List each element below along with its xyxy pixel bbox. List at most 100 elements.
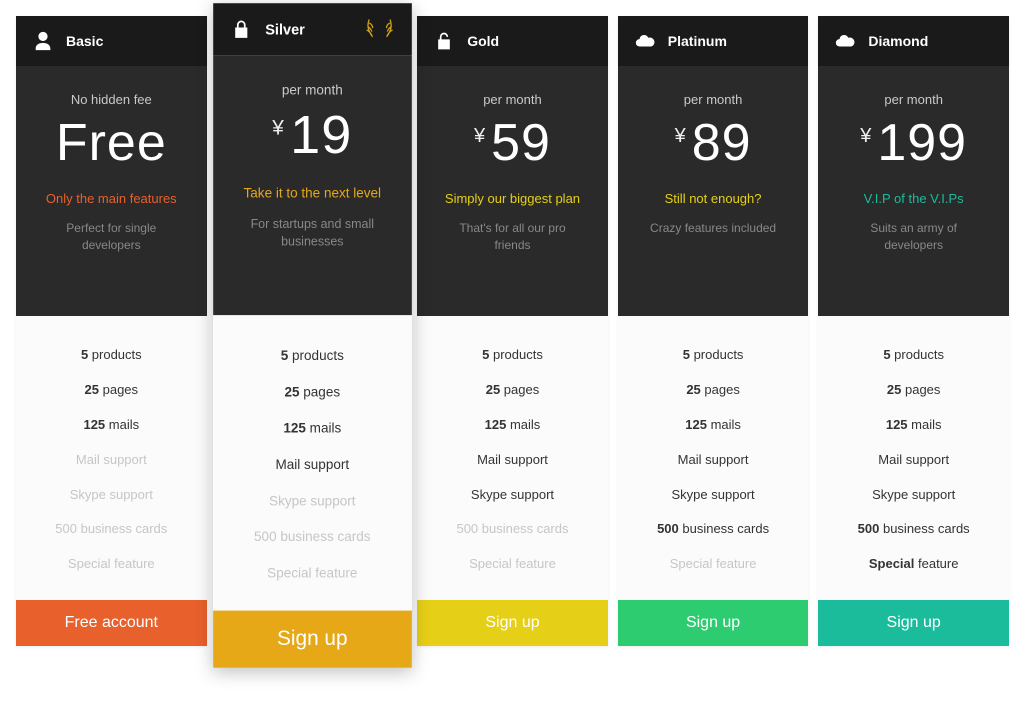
price-label: per month — [884, 92, 943, 107]
currency-symbol: ¥ — [860, 125, 871, 148]
lock-open-icon — [433, 30, 455, 52]
feature-item: 500 business cards — [626, 512, 801, 547]
plan-diamond: Diamond per month ¥199 V.I.P of the V.I.Ps S… — [818, 16, 1009, 646]
feature-item: Skype support — [24, 478, 199, 513]
plan-hero: per month¥19Take it to the next levelFor… — [213, 55, 411, 315]
price: ¥19 — [272, 108, 352, 162]
feature-item: Special feature — [24, 547, 199, 582]
plan-features: 5 products25 pages125 mailsMail supportS… — [818, 316, 1009, 600]
signup-button[interactable]: Sign up — [213, 611, 411, 668]
feature-item: 500 business cards — [221, 520, 403, 556]
cloud-icon — [634, 30, 656, 52]
plan-tagline: Only the main features — [46, 191, 177, 206]
feature-item: 25 pages — [626, 373, 801, 408]
signup-button[interactable]: Free account — [16, 600, 207, 646]
plan-tagline: Simply our biggest plan — [445, 191, 580, 206]
price-label: No hidden fee — [71, 92, 152, 107]
plan-tagline: V.I.P of the V.I.Ps — [864, 191, 964, 206]
plan-header: Diamond — [818, 16, 1009, 66]
feature-value: Special — [869, 556, 915, 571]
cloud-icon — [834, 30, 856, 52]
feature-text: 500 business cards — [55, 521, 167, 536]
plan-subtext: Crazy features included — [650, 220, 776, 237]
feature-value: 500 — [657, 521, 679, 536]
feature-item: Special feature — [826, 547, 1001, 582]
plan-header: Gold — [417, 16, 608, 66]
price: Free — [56, 117, 167, 169]
feature-item: Special feature — [425, 547, 600, 582]
feature-text: 500 business cards — [254, 529, 370, 545]
signup-button[interactable]: Sign up — [818, 600, 1009, 646]
feature-value: 125 — [485, 417, 507, 432]
feature-text: business cards — [879, 521, 969, 536]
feature-value: 125 — [83, 417, 105, 432]
feature-text: Special feature — [670, 556, 757, 571]
price: ¥59 — [474, 117, 551, 169]
feature-item: Mail support — [626, 443, 801, 478]
feature-text: Mail support — [275, 456, 349, 472]
feature-item: Special feature — [626, 547, 801, 582]
plan-header: Basic — [16, 16, 207, 66]
plan-title: Gold — [467, 33, 499, 49]
pricing-table: Basic No hidden fee Free Only the main feat… — [16, 16, 1009, 655]
feature-item: 125 mails — [221, 411, 403, 447]
plan-subtext: Suits an army of developers — [844, 220, 984, 254]
feature-item: 125 mails — [425, 408, 600, 443]
feature-text: products — [288, 347, 344, 363]
feature-text: Skype support — [672, 487, 755, 502]
feature-text: pages — [500, 382, 539, 397]
feature-item: Mail support — [425, 443, 600, 478]
price-amount: 89 — [692, 117, 752, 169]
feature-value: 5 — [683, 347, 690, 362]
feature-text: products — [88, 347, 141, 362]
plan-tagline: Take it to the next level — [243, 185, 381, 201]
plan-gold: Gold per month ¥59 Simply our biggest plan T… — [417, 16, 608, 646]
feature-value: 25 — [284, 384, 299, 400]
plan-hero: per month ¥199 V.I.P of the V.I.Ps Suits an… — [818, 66, 1009, 316]
signup-button[interactable]: Sign up — [417, 600, 608, 646]
feature-item: Mail support — [24, 443, 199, 478]
feature-text: mails — [306, 420, 341, 436]
feature-text: Skype support — [872, 487, 955, 502]
feature-item: 25 pages — [221, 374, 403, 410]
feature-value: 125 — [685, 417, 707, 432]
feature-value: 5 — [280, 347, 288, 363]
feature-item: 5 products — [221, 338, 403, 374]
feature-item: 500 business cards — [425, 512, 600, 547]
feature-text: Skype support — [269, 493, 355, 509]
feature-text: pages — [701, 382, 740, 397]
plan-title: Basic — [66, 33, 103, 49]
feature-text: mails — [506, 417, 540, 432]
feature-item: 5 products — [425, 338, 600, 373]
plan-title: Silver — [265, 21, 305, 38]
plan-basic: Basic No hidden fee Free Only the main feat… — [16, 16, 207, 646]
price-label: per month — [684, 92, 743, 107]
feature-item: 500 business cards — [24, 512, 199, 547]
price: ¥89 — [675, 117, 752, 169]
feature-text: Special feature — [68, 556, 155, 571]
plan-silver: Silverper month¥19Take it to the next le… — [213, 3, 411, 668]
feature-text: Mail support — [678, 452, 749, 467]
lock-icon — [229, 18, 252, 41]
feature-item: 125 mails — [626, 408, 801, 443]
signup-button[interactable]: Sign up — [618, 600, 809, 646]
feature-text: mails — [908, 417, 942, 432]
price: ¥199 — [860, 117, 967, 169]
laurel-icon — [361, 18, 396, 44]
feature-text: Special feature — [469, 556, 556, 571]
plan-features: 5 products25 pages125 mailsMail supportS… — [417, 316, 608, 600]
feature-text: 500 business cards — [456, 521, 568, 536]
person-icon — [32, 30, 54, 52]
plan-features: 5 products25 pages125 mailsMail supportS… — [16, 316, 207, 600]
feature-value: 125 — [283, 420, 306, 436]
feature-text: products — [489, 347, 542, 362]
feature-value: 25 — [686, 382, 700, 397]
price-label: per month — [483, 92, 542, 107]
plan-subtext: That's for all our pro friends — [442, 220, 582, 254]
feature-item: Skype support — [826, 478, 1001, 513]
price-amount: 199 — [877, 117, 967, 169]
plan-hero: per month ¥59 Simply our biggest plan That'… — [417, 66, 608, 316]
plan-title: Diamond — [868, 33, 928, 49]
feature-value: 5 — [883, 347, 890, 362]
feature-value: 25 — [85, 382, 99, 397]
